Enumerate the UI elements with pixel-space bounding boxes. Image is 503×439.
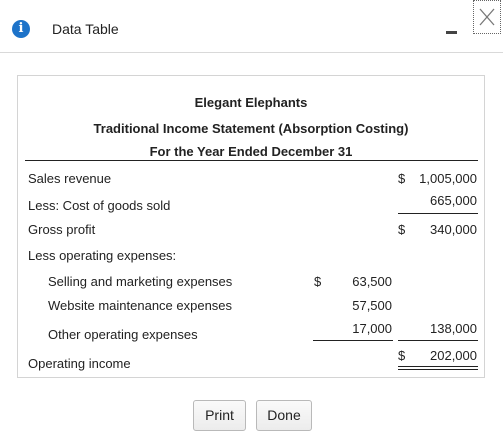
cogs-label: Less: Cost of goods sold bbox=[28, 198, 171, 213]
other-expenses-label: Other operating expenses bbox=[48, 327, 198, 342]
operating-income-double-rule-bottom bbox=[398, 369, 478, 370]
income-statement-table: Elegant Elephants Traditional Income Sta… bbox=[17, 75, 485, 378]
title-bar: i Data Table bbox=[0, 0, 503, 52]
cogs-underline bbox=[398, 213, 478, 214]
sales-revenue-dollar: $ bbox=[398, 171, 406, 186]
dialog-title: Data Table bbox=[52, 21, 119, 37]
other-expenses-underline bbox=[313, 340, 393, 341]
header-rule bbox=[25, 160, 478, 161]
operating-income-dollar: $ bbox=[398, 348, 406, 363]
website-expenses-amount: 57,500 bbox=[352, 298, 392, 313]
other-expenses-amount: 17,000 bbox=[352, 321, 392, 336]
total-opex-amount: 138,000 bbox=[430, 321, 477, 336]
statement-title: Traditional Income Statement (Absorption… bbox=[93, 121, 409, 136]
operating-income-label: Operating income bbox=[28, 356, 131, 371]
operating-income-amount: 202,000 bbox=[430, 348, 477, 363]
print-button[interactable]: Print bbox=[193, 400, 246, 431]
title-divider bbox=[0, 52, 503, 53]
selling-expenses-amount: 63,500 bbox=[352, 274, 392, 289]
selling-expenses-label: Selling and marketing expenses bbox=[48, 274, 233, 289]
done-button[interactable]: Done bbox=[256, 400, 312, 431]
info-icon: i bbox=[12, 20, 30, 38]
gross-profit-label: Gross profit bbox=[28, 222, 96, 237]
gross-profit-amount: 340,000 bbox=[430, 222, 477, 237]
selling-expenses-dollar: $ bbox=[314, 274, 322, 289]
data-table-dialog: i Data Table Elegant Elephants Tradition… bbox=[0, 0, 503, 439]
opex-header-label: Less operating expenses: bbox=[28, 248, 177, 263]
statement-period: For the Year Ended December 31 bbox=[149, 144, 353, 159]
minimize-icon bbox=[446, 31, 457, 34]
operating-income-double-rule-top bbox=[398, 366, 478, 367]
company-name: Elegant Elephants bbox=[194, 95, 308, 110]
gross-profit-dollar: $ bbox=[398, 222, 406, 237]
sales-revenue-amount: 1,005,000 bbox=[419, 171, 477, 186]
cogs-amount: 665,000 bbox=[430, 193, 477, 208]
close-icon bbox=[479, 8, 495, 26]
website-expenses-label: Website maintenance expenses bbox=[48, 298, 233, 313]
sales-revenue-label: Sales revenue bbox=[28, 171, 112, 186]
total-opex-underline bbox=[398, 340, 478, 341]
close-button[interactable] bbox=[473, 0, 501, 34]
minimize-button[interactable] bbox=[446, 23, 458, 35]
